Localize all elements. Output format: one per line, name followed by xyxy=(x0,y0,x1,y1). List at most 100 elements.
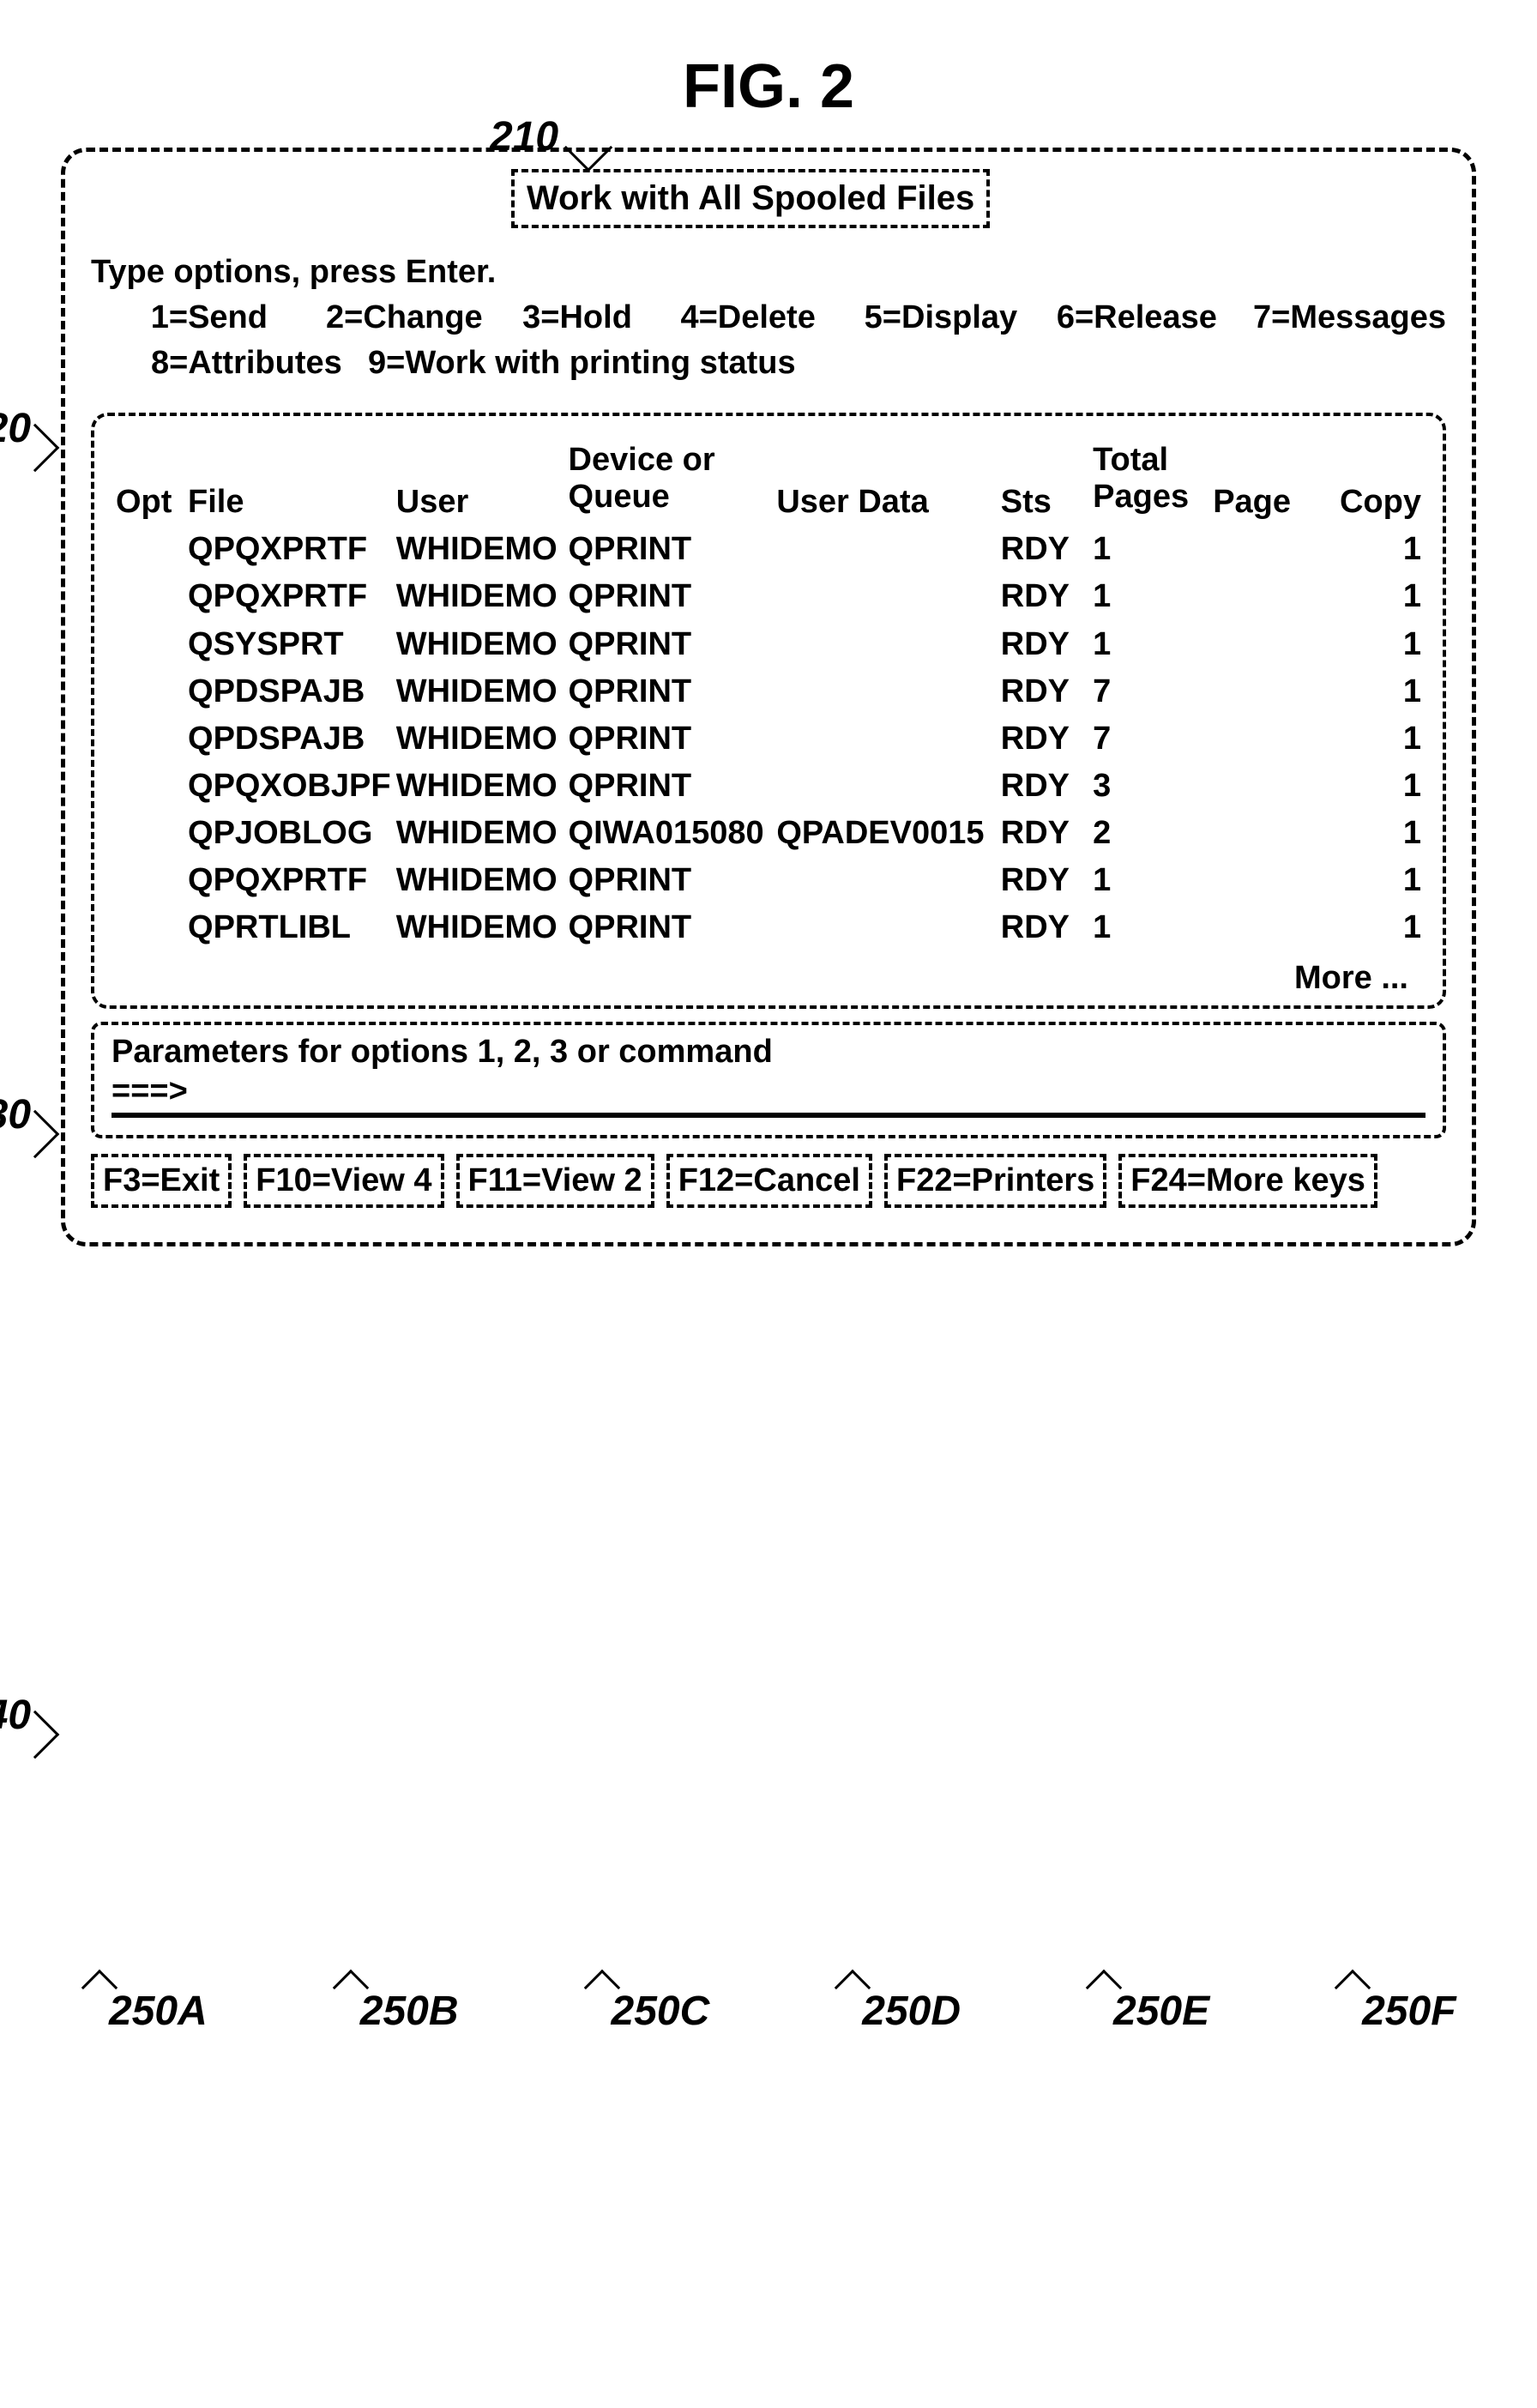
table-row[interactable]: QPQXOBJPFWHIDEMOQPRINTRDY31 xyxy=(116,763,1421,810)
prompt-indicator: ===> xyxy=(112,1073,188,1110)
table-row[interactable]: QPQXPRTFWHIDEMOQPRINTRDY11 xyxy=(116,526,1421,573)
page-cell xyxy=(1213,715,1325,763)
opt-4: 4=Delete xyxy=(680,295,864,341)
hdr-pages-1: Total xyxy=(1093,442,1213,480)
more-indicator: More ... xyxy=(116,960,1421,997)
table-row[interactable]: QPDSPAJBWHIDEMOQPRINT RDY7 1 xyxy=(116,668,1421,715)
queue-cell: QPRINT xyxy=(569,857,777,904)
user-cell: WHIDEMO xyxy=(396,573,569,620)
userdata-cell xyxy=(776,763,1000,810)
totalpages-cell: 1 xyxy=(1093,573,1213,620)
user-cell: WHIDEMO xyxy=(396,810,569,857)
opt-cell[interactable] xyxy=(116,621,188,668)
copy-cell: 1 xyxy=(1325,904,1421,951)
opt-1: 1=Send xyxy=(151,295,326,341)
page-cell xyxy=(1213,573,1325,620)
sts-cell: RDY xyxy=(1001,526,1093,573)
copy-cell: 1 xyxy=(1325,810,1421,857)
opt-cell[interactable] xyxy=(116,526,188,573)
opt-cell[interactable] xyxy=(116,857,188,904)
copy-cell: 1 xyxy=(1325,668,1421,715)
userdata-cell xyxy=(776,621,1000,668)
totalpages-cell: 3 xyxy=(1093,763,1213,810)
hdr-queue-1: Device or xyxy=(569,442,777,480)
sts-cell: RDY xyxy=(1001,763,1093,810)
opt-cell[interactable] xyxy=(116,715,188,763)
totalpages-cell: 7 xyxy=(1093,668,1213,715)
type-instruction: Type options, press Enter. xyxy=(91,250,1446,295)
copy-cell: 1 xyxy=(1325,763,1421,810)
file-cell: QPQXPRTF xyxy=(188,573,396,620)
table-row[interactable]: QPQXPRTFWHIDEMOQPRINTRDY11 xyxy=(116,573,1421,620)
command-input[interactable]: ===> xyxy=(112,1075,1425,1118)
opt-cell[interactable] xyxy=(116,904,188,951)
callout-250F: 250F xyxy=(1340,1975,1456,2035)
main-screen: Work with All Spooled Files Type options… xyxy=(61,148,1476,1246)
spool-list-panel: Device or Total Opt File User Queue User… xyxy=(91,413,1446,1010)
totalpages-cell: 1 xyxy=(1093,526,1213,573)
user-cell: WHIDEMO xyxy=(396,763,569,810)
opt-cell[interactable] xyxy=(116,573,188,620)
f10-key[interactable]: F10=View 4 xyxy=(244,1154,443,1208)
opt-3: 3=Hold xyxy=(522,295,680,341)
opt-cell[interactable] xyxy=(116,763,188,810)
queue-cell: QPRINT xyxy=(569,573,777,620)
page-cell xyxy=(1213,763,1325,810)
userdata-cell xyxy=(776,668,1000,715)
copy-cell: 1 xyxy=(1325,621,1421,668)
userdata-cell xyxy=(776,573,1000,620)
queue-cell: QPRINT xyxy=(569,668,777,715)
sts-cell: RDY xyxy=(1001,810,1093,857)
totalpages-cell: 7 xyxy=(1093,715,1213,763)
user-cell: WHIDEMO xyxy=(396,668,569,715)
userdata-cell xyxy=(776,715,1000,763)
f12-key[interactable]: F12=Cancel xyxy=(666,1154,872,1208)
page-cell xyxy=(1213,621,1325,668)
f24-key[interactable]: F24=More keys xyxy=(1118,1154,1377,1208)
f22-key[interactable]: F22=Printers xyxy=(884,1154,1106,1208)
sts-cell: RDY xyxy=(1001,715,1093,763)
queue-cell: QPRINT xyxy=(569,715,777,763)
queue-cell: QPRINT xyxy=(569,526,777,573)
param-label: Parameters for options 1, 2, 3 or comman… xyxy=(112,1034,1425,1071)
table-row[interactable]: QPDSPAJBWHIDEMOQPRINTRDY71 xyxy=(116,715,1421,763)
table-row[interactable]: QPRTLIBLWHIDEMOQPRINTRDY11 xyxy=(116,904,1421,951)
hdr-opt: Opt xyxy=(116,479,188,526)
option-legend: Type options, press Enter. 1=Send 2=Chan… xyxy=(91,250,1446,387)
totalpages-cell: 1 xyxy=(1093,621,1213,668)
opt-5: 5=Display xyxy=(865,295,1057,341)
copy-cell: 1 xyxy=(1325,573,1421,620)
userdata-cell xyxy=(776,857,1000,904)
sts-cell: RDY xyxy=(1001,668,1093,715)
callout-250A: 250A xyxy=(87,1975,208,2035)
user-cell: WHIDEMO xyxy=(396,904,569,951)
table-row[interactable]: QPJOBLOGWHIDEMOQIWA015080QPADEV0015RDY21 xyxy=(116,810,1421,857)
page-cell xyxy=(1213,904,1325,951)
opt-cell[interactable] xyxy=(116,810,188,857)
sts-cell: RDY xyxy=(1001,573,1093,620)
page-cell xyxy=(1213,668,1325,715)
userdata-cell xyxy=(776,904,1000,951)
sts-cell: RDY xyxy=(1001,904,1093,951)
opt-cell[interactable] xyxy=(116,668,188,715)
userdata-cell xyxy=(776,526,1000,573)
queue-cell: QPRINT xyxy=(569,621,777,668)
f11-key[interactable]: F11=View 2 xyxy=(456,1154,654,1208)
file-cell: QPRTLIBL xyxy=(188,904,396,951)
callout-250B: 250B xyxy=(338,1975,459,2035)
totalpages-cell: 1 xyxy=(1093,904,1213,951)
opt-2: 2=Change xyxy=(326,295,522,341)
function-key-row: F3=Exit F10=View 4 F11=View 2 F12=Cancel… xyxy=(91,1154,1446,1208)
table-row[interactable]: QSYSPRTWHIDEMOQPRINTRDY11 xyxy=(116,621,1421,668)
queue-cell: QPRINT xyxy=(569,904,777,951)
copy-cell: 1 xyxy=(1325,715,1421,763)
hdr-sts: Sts xyxy=(1001,479,1093,526)
file-cell: QPDSPAJB xyxy=(188,668,396,715)
hdr-queue-2: Queue xyxy=(569,479,777,526)
table-row[interactable]: QPQXPRTFWHIDEMOQPRINTRDY11 xyxy=(116,857,1421,904)
page-cell xyxy=(1213,810,1325,857)
totalpages-cell: 1 xyxy=(1093,857,1213,904)
hdr-file: File xyxy=(188,479,396,526)
file-cell: QSYSPRT xyxy=(188,621,396,668)
f3-key[interactable]: F3=Exit xyxy=(91,1154,232,1208)
